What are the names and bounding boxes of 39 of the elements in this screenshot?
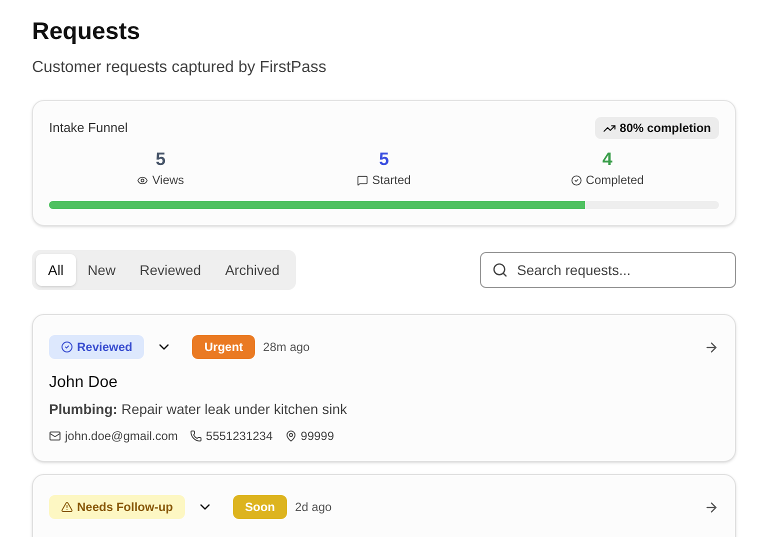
phone-icon (190, 430, 202, 442)
stat-value: 5 (378, 148, 389, 171)
filter-tab[interactable]: New (76, 254, 128, 286)
page-title: Requests (32, 17, 142, 47)
check-circle-icon (61, 341, 73, 353)
email-text: john.doe@gmail.com (49, 427, 178, 445)
phone-text: 5551231234 (190, 427, 273, 445)
request-card[interactable]: Reviewed Urgent 28m ago John Doe Plumbing: Repair water leak under kitchen sink john.doe@gmail.com 5551231234 99999 (32, 314, 736, 462)
search-field[interactable]: Search requests... (480, 252, 736, 288)
status-badge[interactable]: Needs Follow-up (49, 495, 185, 519)
page-subtitle: Customer requests captured by FirstPass (32, 58, 328, 78)
time-ago: 2d ago (295, 499, 332, 516)
stat-value: 5 (156, 148, 166, 171)
customer-name: John Doe (49, 373, 118, 393)
filter-tab[interactable]: All (36, 254, 76, 286)
zip-text: 99999 (284, 427, 334, 445)
filter-tab[interactable]: Archived (213, 254, 292, 286)
filter-tab[interactable]: Reviewed (128, 254, 214, 286)
priority-badge: Urgent (192, 335, 256, 359)
stat-label: Started (357, 171, 411, 189)
completion-badge: 80% completion (594, 117, 719, 139)
priority-badge: Soon (233, 495, 287, 519)
stat-value: 4 (602, 148, 612, 171)
arrow-right-icon[interactable] (704, 500, 719, 514)
funnel-title: Intake Funnel (49, 119, 128, 138)
arrow-right-icon[interactable] (704, 340, 719, 354)
eye-icon (137, 174, 148, 186)
request-card[interactable]: Needs Follow-up Soon 2d ago (32, 474, 736, 537)
check-circle-icon (570, 174, 582, 186)
stat-label: Completed (570, 171, 644, 189)
warning-icon (61, 501, 73, 513)
search-icon (492, 262, 508, 278)
status-badge[interactable]: Reviewed (49, 335, 144, 359)
map-pin-icon (284, 430, 297, 442)
stat-label: Views (137, 171, 184, 189)
mail-icon (49, 430, 61, 442)
time-ago: 28m ago (263, 339, 310, 356)
chat-icon (357, 174, 368, 186)
request-description: Plumbing: Repair water leak under kitchen sink (49, 400, 348, 419)
